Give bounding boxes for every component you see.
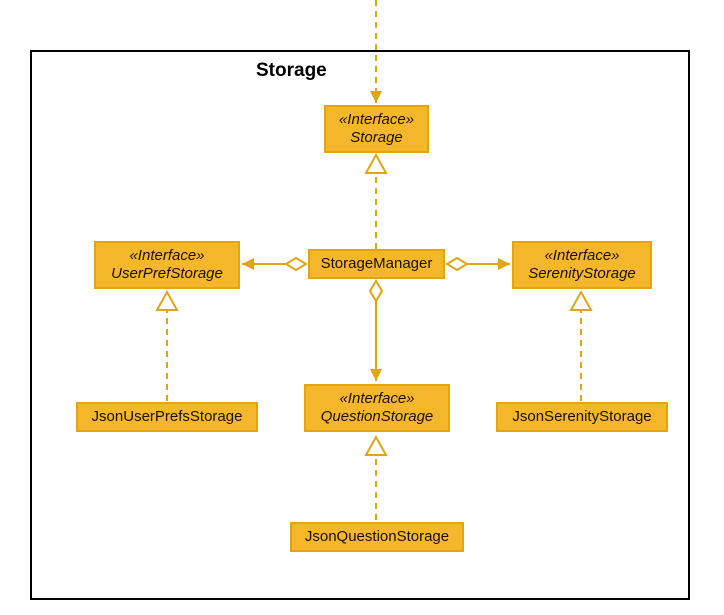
stereotype-label: «Interface» [339,390,414,408]
class-name: SerenityStorage [528,265,636,283]
stereotype-label: «Interface» [339,111,414,129]
node-storage-manager: StorageManager [308,249,445,279]
node-json-userprefs: JsonUserPrefsStorage [76,402,258,432]
class-name: QuestionStorage [321,408,434,426]
node-json-question: JsonQuestionStorage [290,522,464,552]
node-storage-interface: «Interface» Storage [324,105,429,153]
package-title: Storage [256,60,327,82]
class-name: JsonUserPrefsStorage [92,408,243,426]
node-json-serenity: JsonSerenityStorage [496,402,668,432]
class-name: JsonSerenityStorage [512,408,651,426]
class-name: StorageManager [321,255,433,273]
diagram-canvas: Storage «Interface» Storage StorageManag… [0,0,724,615]
node-userpref-interface: «Interface» UserPrefStorage [94,241,240,289]
stereotype-label: «Interface» [129,247,204,265]
stereotype-label: «Interface» [544,247,619,265]
class-name: Storage [350,129,403,147]
class-name: UserPrefStorage [111,265,223,283]
node-question-interface: «Interface» QuestionStorage [304,384,450,432]
class-name: JsonQuestionStorage [305,528,449,546]
node-serenity-interface: «Interface» SerenityStorage [512,241,652,289]
